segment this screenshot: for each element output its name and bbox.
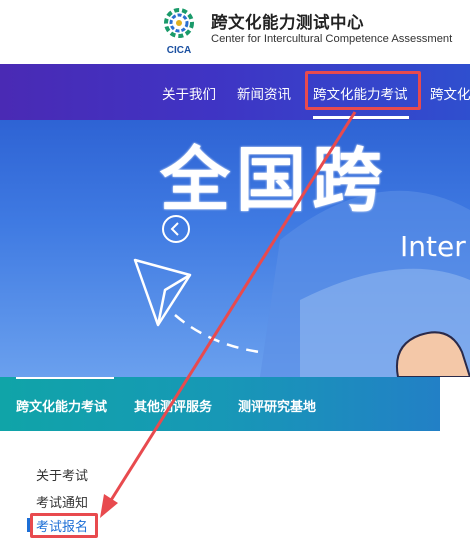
annotation-arrow bbox=[100, 111, 357, 518]
arrow-head-icon bbox=[100, 494, 118, 518]
